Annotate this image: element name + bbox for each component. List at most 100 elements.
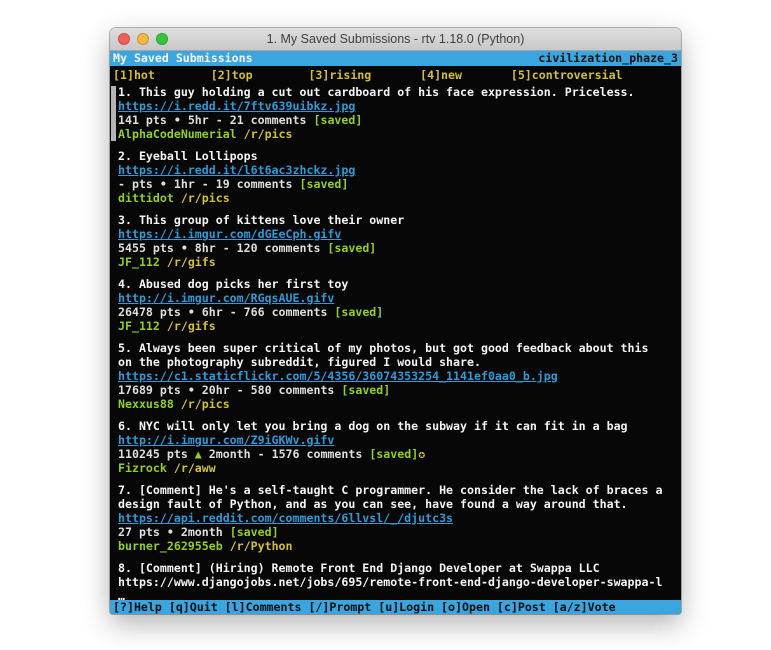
saved-badge: [saved]: [300, 177, 349, 191]
age-comments-label: 20hr - 580 comments: [202, 383, 335, 397]
close-button[interactable]: [118, 33, 130, 45]
vote-glyph-icon: •: [160, 177, 167, 191]
traffic-lights: [118, 33, 168, 45]
submission-row[interactable]: 7. [Comment] He's a self-taught C progra…: [118, 483, 662, 553]
submission-row[interactable]: 8. [Comment] (Hiring) Remote Front End D…: [118, 561, 662, 600]
author-link[interactable]: dittidot: [118, 191, 174, 205]
submission-stats: 5455 pts • 8hr - 120 comments [saved]: [118, 241, 662, 255]
page-title: My Saved Submissions: [113, 51, 253, 66]
submission-row[interactable]: 1. This guy holding a cut out cardboard …: [118, 85, 662, 141]
vote-glyph-icon: •: [188, 305, 195, 319]
terminal: My Saved Submissions civilization_phaze_…: [110, 51, 681, 614]
submission-plain-url: https://www.djangojobs.net/jobs/695/remo…: [118, 575, 662, 589]
age-comments-label: 8hr - 120 comments: [195, 241, 321, 255]
vote-glyph-icon: •: [181, 241, 188, 255]
submission-title: 1. This guy holding a cut out cardboard …: [118, 85, 662, 99]
submission-link[interactable]: https://api.reddit.com/comments/6llvsl/_…: [118, 511, 453, 525]
submission-row[interactable]: 5. Always been super critical of my phot…: [118, 341, 662, 411]
submission-link[interactable]: https://i.imgur.com/dGEeCph.gifv: [118, 227, 341, 241]
age-comments-label: 2month: [181, 525, 223, 539]
submission-stats: 27 pts • 2month [saved]: [118, 525, 662, 539]
vote-glyph-icon: ▲: [195, 447, 202, 461]
author-link[interactable]: Fizrock: [118, 461, 167, 475]
submission-url-line: https://i.redd.it/l6t6ac3zhckz.jpg: [118, 163, 662, 177]
submission-url-line: https://i.imgur.com/dGEeCph.gifv: [118, 227, 662, 241]
author-link[interactable]: Nexxus88: [118, 397, 174, 411]
points-label: 26478 pts: [118, 305, 181, 319]
subreddit-link[interactable]: /r/aww: [174, 461, 216, 475]
rtv-window: 1. My Saved Submissions - rtv 1.18.0 (Py…: [110, 28, 681, 614]
gilded-star-icon: ✪: [418, 447, 425, 461]
submission-byline: dittidot /r/pics: [118, 191, 662, 205]
submission-row[interactable]: 6. NYC will only let you bring a dog on …: [118, 419, 662, 475]
submission-link[interactable]: http://i.imgur.com/RGqsAUE.gifv: [118, 291, 334, 305]
submission-stats: 17689 pts • 20hr - 580 comments [saved]: [118, 383, 662, 397]
vote-glyph-icon: •: [188, 383, 195, 397]
submission-list: 1. This guy holding a cut out cardboard …: [110, 83, 681, 600]
submission-url-line: https://api.reddit.com/comments/6llvsl/_…: [118, 511, 662, 525]
tab-hot[interactable]: [1]hot: [113, 67, 211, 83]
submission-title: 3. This group of kittens love their owne…: [118, 213, 662, 227]
points-label: 5455 pts: [118, 241, 174, 255]
age-comments-label: 2month - 1576 comments: [209, 447, 363, 461]
saved-badge: [saved]: [230, 525, 279, 539]
subreddit-link[interactable]: /r/pics: [181, 191, 230, 205]
saved-badge: [saved]: [369, 447, 418, 461]
submission-row[interactable]: 2. Eyeball Lollipops https://i.redd.it/l…: [118, 149, 662, 205]
submission-title: 8. [Comment] (Hiring) Remote Front End D…: [118, 561, 662, 575]
window-titlebar[interactable]: 1. My Saved Submissions - rtv 1.18.0 (Py…: [110, 28, 681, 51]
submission-stats: 141 pts • 5hr - 21 comments [saved]: [118, 113, 662, 127]
vote-glyph-icon: •: [174, 113, 181, 127]
submission-byline: AlphaCodeNumerial /r/pics: [118, 127, 662, 141]
truncation-ellipsis: …: [118, 589, 662, 600]
subreddit-link[interactable]: /r/Python: [230, 539, 293, 553]
points-label: 110245 pts: [118, 447, 188, 461]
submission-title: 5. Always been super critical of my phot…: [118, 341, 662, 369]
subreddit-link[interactable]: /r/gifs: [167, 319, 216, 333]
submission-url-line: http://i.imgur.com/Z9iGKWv.gifv: [118, 433, 662, 447]
sort-tabs: [1]hot[2]top[3]rising[4]new[5]controvers…: [110, 66, 681, 83]
age-comments-label: 6hr - 766 comments: [202, 305, 328, 319]
author-link[interactable]: JF_112: [118, 255, 160, 269]
submission-link[interactable]: https://c1.staticflickr.com/5/4356/36074…: [118, 369, 558, 383]
submission-byline: Nexxus88 /r/pics: [118, 397, 662, 411]
tab-rising[interactable]: [3]rising: [308, 67, 420, 83]
submission-title: 6. NYC will only let you bring a dog on …: [118, 419, 662, 433]
subreddit-link[interactable]: /r/pics: [181, 397, 230, 411]
submission-url-line: http://i.imgur.com/RGqsAUE.gifv: [118, 291, 662, 305]
minimize-button[interactable]: [137, 33, 149, 45]
submission-link[interactable]: http://i.imgur.com/Z9iGKWv.gifv: [118, 433, 334, 447]
submission-byline: burner_262955eb /r/Python: [118, 539, 662, 553]
submission-link[interactable]: https://i.redd.it/7ftv639uibkz.jpg: [118, 99, 355, 113]
submission-title: 4. Abused dog picks her first toy: [118, 277, 662, 291]
zoom-button[interactable]: [156, 33, 168, 45]
tab-controversial[interactable]: [5]controversial: [511, 67, 623, 83]
submission-link[interactable]: https://i.redd.it/l6t6ac3zhckz.jpg: [118, 163, 355, 177]
submission-row[interactable]: 3. This group of kittens love their owne…: [118, 213, 662, 269]
tab-top[interactable]: [2]top: [211, 67, 309, 83]
saved-badge: [saved]: [327, 241, 376, 255]
submission-row[interactable]: 4. Abused dog picks her first toy http:/…: [118, 277, 662, 333]
submission-byline: Fizrock /r/aww: [118, 461, 662, 475]
saved-badge: [saved]: [313, 113, 362, 127]
submission-title: 2. Eyeball Lollipops: [118, 149, 662, 163]
submission-url-line: https://c1.staticflickr.com/5/4356/36074…: [118, 369, 662, 383]
saved-badge: [saved]: [334, 305, 383, 319]
subreddit-link[interactable]: /r/pics: [244, 127, 293, 141]
window-title: 1. My Saved Submissions - rtv 1.18.0 (Py…: [267, 32, 525, 46]
submission-byline: JF_112 /r/gifs: [118, 319, 662, 333]
saved-badge: [saved]: [341, 383, 390, 397]
status-bar: [?]Help [q]Quit [l]Comments [/]Prompt [u…: [110, 600, 681, 614]
submission-stats: 26478 pts • 6hr - 766 comments [saved]: [118, 305, 662, 319]
author-link[interactable]: AlphaCodeNumerial: [118, 127, 237, 141]
points-label: 17689 pts: [118, 383, 181, 397]
author-link[interactable]: JF_112: [118, 319, 160, 333]
age-comments-label: 5hr - 21 comments: [188, 113, 307, 127]
age-comments-label: 1hr - 19 comments: [174, 177, 293, 191]
author-link[interactable]: burner_262955eb: [118, 539, 223, 553]
tab-new[interactable]: [4]new: [420, 67, 511, 83]
submission-stats: - pts • 1hr - 19 comments [saved]: [118, 177, 662, 191]
submission-stats: 110245 pts ▲ 2month - 1576 comments [sav…: [118, 447, 662, 461]
submission-byline: JF_112 /r/gifs: [118, 255, 662, 269]
subreddit-link[interactable]: /r/gifs: [167, 255, 216, 269]
